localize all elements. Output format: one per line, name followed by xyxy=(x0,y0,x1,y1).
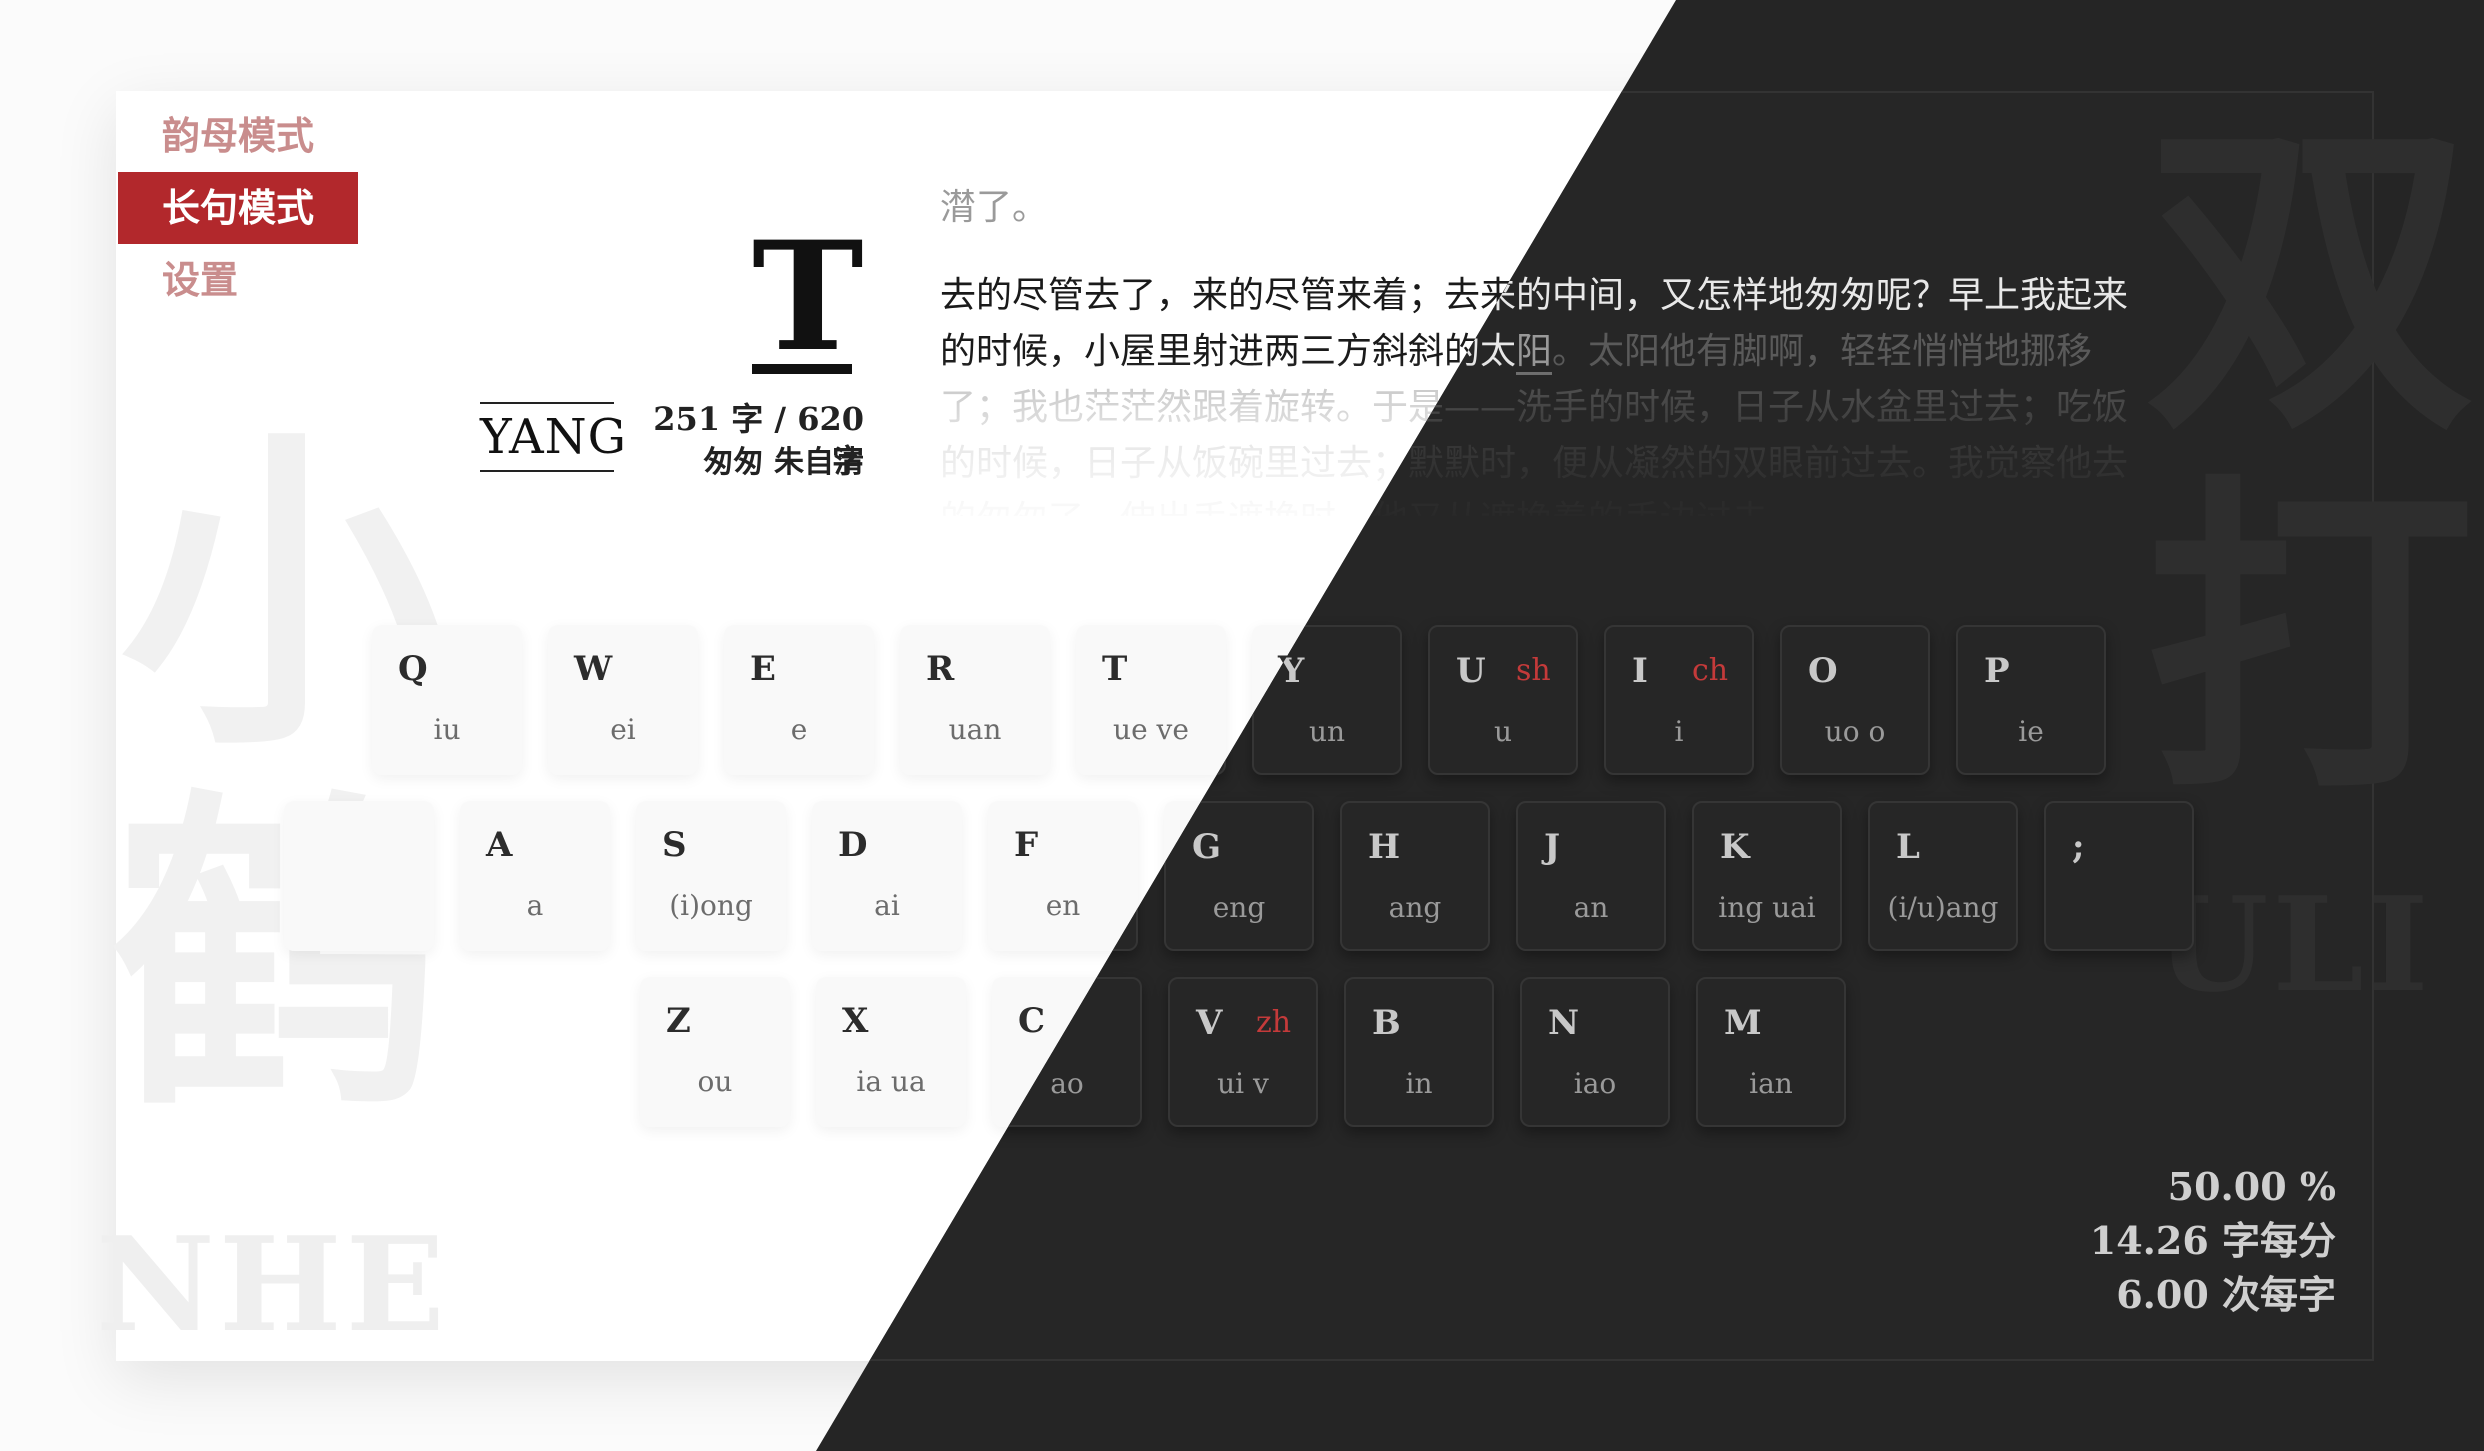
key-final: i xyxy=(1674,715,1684,748)
speed-stat: 14.26 字每分 xyxy=(2089,1218,2336,1263)
key-final: ui v xyxy=(1217,1067,1269,1100)
nav-item-settings[interactable]: 设置 xyxy=(118,244,358,316)
key-letter: I xyxy=(1632,651,1648,691)
key-o[interactable]: Ouo o xyxy=(1780,625,1930,775)
key-final: u xyxy=(1493,715,1513,748)
key-final: iao xyxy=(1573,1067,1617,1100)
key-b[interactable]: Bin xyxy=(1344,977,1494,1127)
key-letter: M xyxy=(1724,1003,1762,1043)
key-letter: X xyxy=(842,1001,869,1041)
keystroke-stat: 6.00 次每字 xyxy=(2116,1272,2336,1317)
key-final: uo o xyxy=(1824,715,1886,748)
key-final: an xyxy=(1573,891,1609,924)
key-initial: zh xyxy=(1256,1005,1292,1040)
key-letter: R xyxy=(926,649,955,689)
key-letter: Q xyxy=(398,649,428,689)
key-final: en xyxy=(1045,889,1081,922)
key-e[interactable]: Ee xyxy=(724,625,874,775)
key-blank[interactable] xyxy=(284,801,434,951)
key-final: ang xyxy=(1388,891,1442,924)
key-initial: ch xyxy=(1692,653,1729,688)
key-letter: S xyxy=(662,825,687,865)
key-k[interactable]: King uai xyxy=(1692,801,1842,951)
key-w[interactable]: Wei xyxy=(548,625,698,775)
nav-item-sentence-mode[interactable]: 长句模式 xyxy=(118,172,358,244)
key-final: (i/u)ang xyxy=(1887,891,1999,924)
key-a[interactable]: Aa xyxy=(460,801,610,951)
key-l[interactable]: L (i/u)ang xyxy=(1868,801,2018,951)
key-z[interactable]: Zou xyxy=(640,977,790,1127)
key-letter: G xyxy=(1192,827,1222,867)
key-x[interactable]: Xia ua xyxy=(816,977,966,1127)
current-key-underline xyxy=(752,364,852,374)
key-h[interactable]: Hang xyxy=(1340,801,1490,951)
key-letter: P xyxy=(1984,651,2010,691)
key-final: uan xyxy=(948,713,1002,746)
key-r[interactable]: Ruan xyxy=(900,625,1050,775)
cursor-char: 阳 xyxy=(1516,331,1553,375)
key-letter: O xyxy=(1808,651,1838,691)
key-final: ue ve xyxy=(1113,713,1189,746)
key-j[interactable]: Jan xyxy=(1516,801,1666,951)
key-d[interactable]: Dai xyxy=(812,801,962,951)
key-p[interactable]: Pie xyxy=(1956,625,2106,775)
key-u[interactable]: Ushu xyxy=(1428,625,1578,775)
key-letter: J xyxy=(1544,827,1561,867)
key-t[interactable]: Tue ve xyxy=(1076,625,1226,775)
key-final: ou xyxy=(697,1065,733,1098)
key-final: eng xyxy=(1212,891,1266,924)
accuracy-stat: 50.00 % xyxy=(2167,1164,2336,1209)
key-i[interactable]: Ichi xyxy=(1604,625,1754,775)
key-letter: D xyxy=(838,825,868,865)
key-n[interactable]: Niao xyxy=(1520,977,1670,1127)
key-final: ie xyxy=(2018,715,2044,748)
key-letter: K xyxy=(1720,827,1750,867)
key-letter: F xyxy=(1014,825,1039,865)
key-final: ei xyxy=(610,713,636,746)
key-v[interactable]: Vzh ui v xyxy=(1168,977,1318,1127)
work-title: 匆匆 朱自清 xyxy=(703,445,864,480)
key-final: a xyxy=(526,889,544,922)
key-final: ian xyxy=(1749,1067,1793,1100)
key-letter: E xyxy=(750,649,776,689)
key-semicolon[interactable]: ; xyxy=(2044,801,2194,951)
key-letter: C xyxy=(1018,1001,1046,1041)
key-letter: Z xyxy=(666,1001,691,1041)
current-pinyin: YANG xyxy=(480,402,626,472)
key-letter: U xyxy=(1456,651,1486,691)
mode-sidebar: 韵母模式 长句模式 设置 xyxy=(118,100,358,316)
key-q[interactable]: Qiu xyxy=(372,625,522,775)
key-final: iu xyxy=(433,713,461,746)
key-final: un xyxy=(1308,715,1346,748)
key-m[interactable]: Mian xyxy=(1696,977,1846,1127)
key-letter: B xyxy=(1372,1003,1401,1043)
key-letter: N xyxy=(1548,1003,1580,1043)
key-f[interactable]: Fen xyxy=(988,801,1138,951)
key-initial: sh xyxy=(1516,653,1551,688)
key-s[interactable]: S (i)ong xyxy=(636,801,786,951)
key-letter: V xyxy=(1196,1003,1223,1043)
key-letter: ; xyxy=(2072,827,2085,867)
key-letter: A xyxy=(486,825,513,865)
key-final: ai xyxy=(874,889,900,922)
current-key-letter: T xyxy=(752,209,864,385)
key-letter: L xyxy=(1896,827,1920,867)
key-final: e xyxy=(790,713,808,746)
nav-item-final-mode[interactable]: 韵母模式 xyxy=(118,100,358,172)
key-final: ing uai xyxy=(1718,891,1816,924)
key-final: (i)ong xyxy=(669,889,753,922)
key-final: in xyxy=(1405,1067,1433,1100)
key-final: ia ua xyxy=(856,1065,926,1098)
key-letter: W xyxy=(574,649,613,689)
stats-panel: 50.00 % 14.26 字每分 6.00 次每字 xyxy=(2090,1160,2336,1322)
key-letter: H xyxy=(1368,827,1401,867)
key-letter: T xyxy=(1102,649,1128,689)
